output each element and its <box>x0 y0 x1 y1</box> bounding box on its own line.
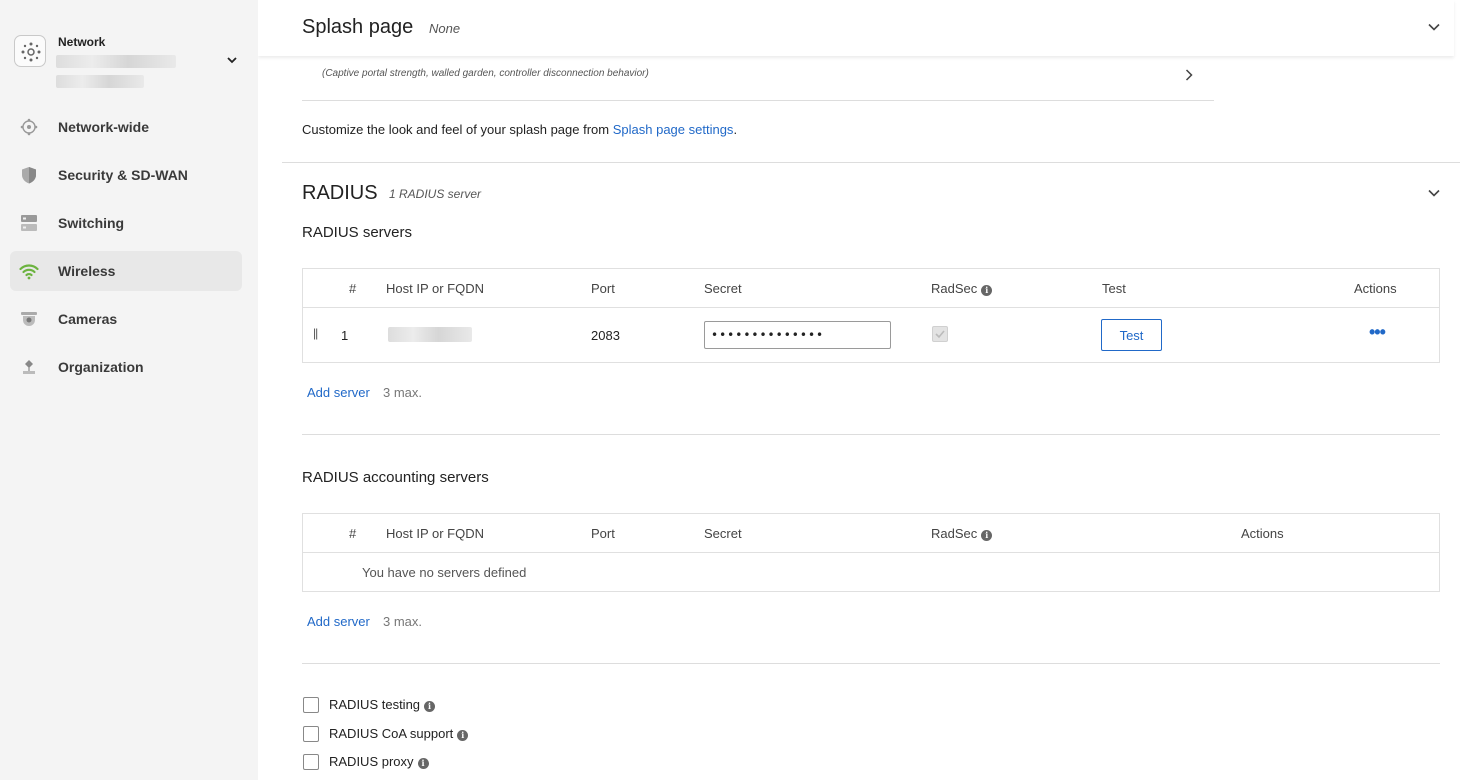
row-number: 1 <box>341 328 349 343</box>
col-secret: Secret <box>704 526 742 541</box>
empty-state-text: You have no servers defined <box>362 565 527 580</box>
secret-field[interactable] <box>704 321 891 349</box>
network-label: Network <box>58 35 106 49</box>
chevron-down-icon[interactable] <box>1427 186 1441 200</box>
organization-icon <box>23 360 35 374</box>
sidebar-item-label: Switching <box>58 215 125 231</box>
splash-customize-text: Customize the look and feel of your spla… <box>302 122 737 137</box>
radius-accounting-title: RADIUS accounting servers <box>302 469 489 486</box>
divider <box>302 663 1440 664</box>
radius-subtitle: 1 RADIUS server <box>389 187 482 201</box>
table-row: || 1 2083 Test ••• <box>303 308 1439 362</box>
network-name-redacted-2 <box>56 75 144 88</box>
network-wide-icon <box>20 118 38 136</box>
radius-testing-label: RADIUS testing i <box>329 697 436 712</box>
network-name-redacted <box>56 55 176 68</box>
sidebar-nav: Network-wide Security & SD-WAN Switching <box>10 107 242 395</box>
sidebar-item-label: Cameras <box>58 311 118 327</box>
info-icon[interactable]: i <box>981 530 993 541</box>
chevron-down-icon[interactable] <box>224 52 240 68</box>
radius-proxy-checkbox[interactable] <box>303 754 319 770</box>
sidebar-item-network-wide[interactable]: Network-wide <box>10 107 242 147</box>
radsec-checkbox <box>932 326 948 342</box>
sidebar-item-security[interactable]: Security & SD-WAN <box>10 155 242 195</box>
info-icon[interactable]: i <box>981 285 993 296</box>
radius-servers-title: RADIUS servers <box>302 224 413 241</box>
table-header: # Host IP or FQDN Port Secret RadSec i Te… <box>303 269 1439 308</box>
test-button[interactable]: Test <box>1101 319 1162 351</box>
col-radsec: RadSec i <box>931 281 993 296</box>
radius-proxy-label: RADIUS proxy i <box>329 754 429 769</box>
info-icon[interactable]: i <box>457 730 469 741</box>
row-port: 2083 <box>591 328 620 343</box>
splash-page-value: None <box>429 21 461 36</box>
chevron-right-icon[interactable] <box>1184 68 1194 82</box>
advanced-settings-hint: (Captive portal strength, walled garden,… <box>322 68 649 79</box>
col-host: Host IP or FQDN <box>386 526 485 541</box>
check-icon <box>935 330 945 339</box>
network-icon <box>14 35 46 67</box>
col-radsec-label: RadSec <box>931 281 978 296</box>
sidebar-item-label: Security & SD-WAN <box>58 167 188 183</box>
info-icon[interactable]: i <box>417 758 429 769</box>
camera-icon <box>21 312 37 326</box>
divider <box>302 434 1440 435</box>
sidebar: Network Network-wide Security & SD-WAN S… <box>0 0 258 780</box>
divider <box>302 100 1214 101</box>
splash-page-header[interactable]: Splash page None <box>258 0 1454 56</box>
col-host: Host IP or FQDN <box>386 281 485 296</box>
option-label: RADIUS proxy <box>329 754 414 769</box>
radius-accounting-table: # Host IP or FQDN Port Secret RadSec i Ac… <box>302 513 1440 592</box>
col-radsec-label: RadSec <box>931 526 978 541</box>
info-icon[interactable]: i <box>424 701 436 712</box>
switch-icon <box>21 215 37 231</box>
col-number: # <box>349 281 357 296</box>
chevron-down-icon[interactable] <box>1427 20 1441 34</box>
col-actions: Actions <box>1354 281 1397 296</box>
actions-menu-icon[interactable]: ••• <box>1369 323 1386 341</box>
section-divider <box>282 162 1460 163</box>
col-radsec: RadSec i <box>931 526 993 541</box>
sidebar-item-label: Network-wide <box>58 119 150 135</box>
col-port: Port <box>591 526 615 541</box>
col-secret: Secret <box>704 281 742 296</box>
radius-coa-label: RADIUS CoA support i <box>329 726 469 741</box>
splash-page-title: Splash page <box>302 16 414 38</box>
host-redacted <box>388 327 472 342</box>
col-port: Port <box>591 281 615 296</box>
sidebar-item-cameras[interactable]: Cameras <box>10 299 242 339</box>
shield-icon <box>22 167 36 184</box>
sidebar-item-switching[interactable]: Switching <box>10 203 242 243</box>
add-accounting-server-link[interactable]: Add server <box>307 614 370 629</box>
max-servers-note: 3 max. <box>383 614 423 629</box>
sidebar-item-label: Wireless <box>58 263 116 279</box>
max-servers-note: 3 max. <box>383 385 423 400</box>
sidebar-item-organization[interactable]: Organization <box>10 347 242 387</box>
col-number: # <box>349 526 357 541</box>
sidebar-item-label: Organization <box>58 359 144 375</box>
splash-page-settings-link[interactable]: Splash page settings <box>613 122 734 137</box>
main-content: Splash page None (Captive portal strengt… <box>258 0 1464 780</box>
radius-testing-checkbox[interactable] <box>303 697 319 713</box>
col-actions: Actions <box>1241 526 1284 541</box>
radius-title: RADIUS <box>302 182 378 204</box>
network-selector[interactable]: Network <box>14 34 244 92</box>
customize-suffix: . <box>733 122 738 137</box>
radius-coa-checkbox[interactable] <box>303 726 319 742</box>
sidebar-item-wireless[interactable]: Wireless <box>10 251 242 291</box>
add-server-link[interactable]: Add server <box>307 385 370 400</box>
option-label: RADIUS testing <box>329 697 421 712</box>
col-test: Test <box>1102 281 1126 296</box>
option-label: RADIUS CoA support <box>329 726 454 741</box>
drag-handle-icon[interactable]: || <box>313 326 318 340</box>
table-row: You have no servers defined <box>303 553 1439 591</box>
table-header: # Host IP or FQDN Port Secret RadSec i Ac… <box>303 514 1439 553</box>
customize-prefix: Customize the look and feel of your spla… <box>302 122 613 137</box>
wifi-icon <box>19 264 39 280</box>
radius-servers-table: # Host IP or FQDN Port Secret RadSec i Te… <box>302 268 1440 363</box>
